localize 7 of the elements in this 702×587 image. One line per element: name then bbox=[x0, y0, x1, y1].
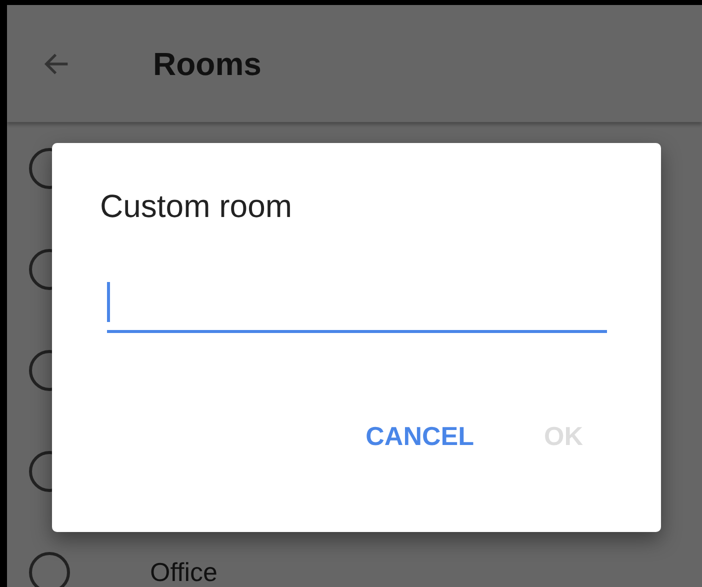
text-cursor bbox=[107, 282, 110, 322]
radio-button[interactable] bbox=[29, 552, 70, 587]
screen-title: Rooms bbox=[153, 44, 262, 84]
room-label: Office bbox=[150, 556, 218, 587]
input-field[interactable] bbox=[107, 283, 607, 334]
dialog-title: Custom room bbox=[100, 187, 294, 226]
dialog-button[interactable]: CANCEL bbox=[356, 411, 484, 462]
